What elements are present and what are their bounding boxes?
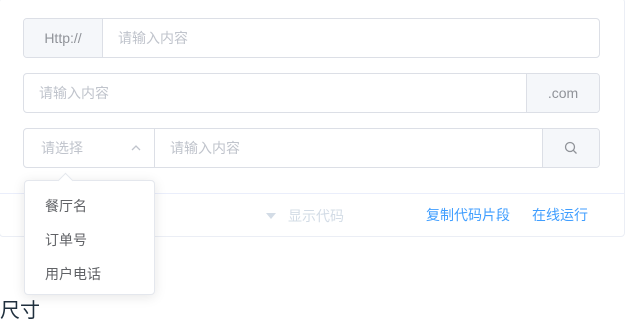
http-prepend-addon: Http:// bbox=[24, 19, 103, 57]
search-button[interactable] bbox=[542, 129, 599, 167]
url-input-group: Http:// 请输入内容 bbox=[23, 18, 600, 58]
run-online-link[interactable]: 在线运行 bbox=[532, 205, 588, 225]
dropdown-option[interactable]: 用户电话 bbox=[45, 264, 101, 284]
chevron-up-icon bbox=[131, 145, 141, 151]
copy-code-link[interactable]: 复制代码片段 bbox=[426, 205, 510, 225]
search-icon bbox=[564, 141, 577, 154]
show-code-toggle[interactable]: 显示代码 bbox=[266, 206, 344, 226]
section-heading: 尺寸 bbox=[0, 300, 40, 322]
show-code-label: 显示代码 bbox=[288, 208, 344, 224]
select-dropdown: 餐厅名 订单号 用户电话 bbox=[24, 172, 155, 295]
com-append-addon: .com bbox=[526, 74, 599, 112]
caret-down-icon bbox=[266, 213, 276, 219]
dropdown-option[interactable]: 订单号 bbox=[45, 230, 87, 250]
search-input[interactable]: 请输入内容 bbox=[155, 129, 542, 167]
domain-input-group: 请输入内容 .com bbox=[23, 73, 600, 113]
dropdown-option[interactable]: 餐厅名 bbox=[45, 196, 87, 216]
search-input-group: 请选择 请输入内容 bbox=[23, 128, 600, 168]
category-select[interactable]: 请选择 bbox=[24, 129, 155, 167]
select-placeholder: 请选择 bbox=[41, 140, 83, 156]
url-input[interactable]: 请输入内容 bbox=[103, 19, 599, 57]
domain-input[interactable]: 请输入内容 bbox=[24, 74, 526, 112]
